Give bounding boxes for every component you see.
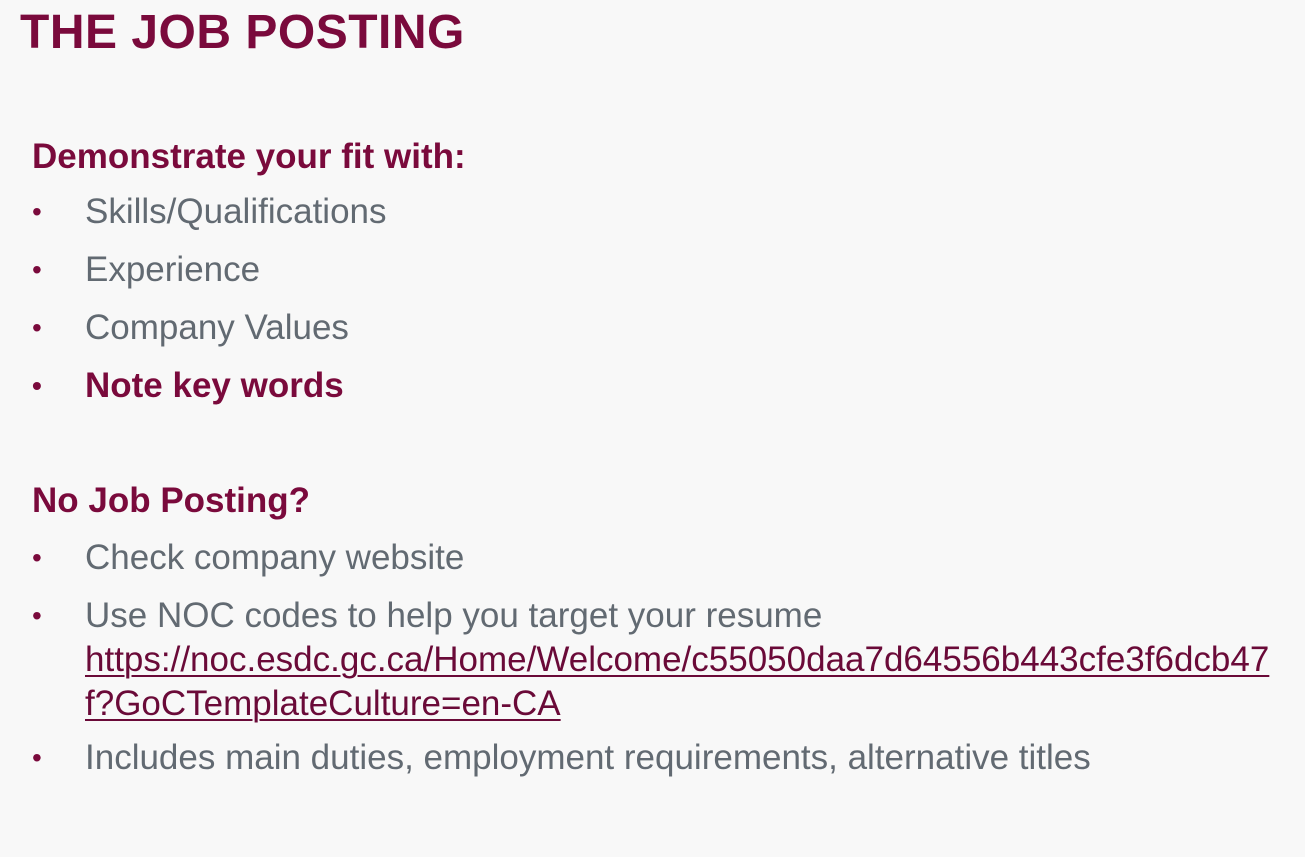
list-item-skills: • Skills/Qualifications	[32, 190, 1292, 234]
list-item-label: Includes main duties, employment require…	[85, 738, 1091, 777]
fit-section-heading: Demonstrate your fit with:	[32, 137, 466, 176]
list-item-label: Company Values	[85, 308, 349, 347]
bullet-dot: •	[32, 742, 42, 773]
slide-title: THE JOB POSTING	[20, 6, 465, 59]
slide: THE JOB POSTING Demonstrate your fit wit…	[0, 0, 1305, 857]
list-item-label: Use NOC codes to help you target your re…	[85, 596, 823, 635]
list-item-label: Check company website	[85, 538, 465, 577]
list-item-label: Note key words	[85, 366, 344, 405]
list-item-company-values: • Company Values	[32, 306, 1292, 350]
noc-link[interactable]: https://noc.esdc.gc.ca/Home/Welcome/c550…	[85, 638, 1290, 726]
list-item-experience: • Experience	[32, 248, 1292, 292]
fit-bullet-list: • Skills/Qualifications • Experience • C…	[32, 190, 1292, 422]
bullet-dot: •	[32, 196, 42, 227]
bullet-dot: •	[32, 600, 42, 631]
bullet-dot: •	[32, 542, 42, 573]
list-item-check-website: • Check company website	[32, 536, 1292, 580]
bullet-dot: •	[32, 312, 42, 343]
list-item-includes: • Includes main duties, employment requi…	[32, 736, 1292, 780]
bullet-dot: •	[32, 370, 42, 401]
no-posting-section-heading: No Job Posting?	[32, 481, 311, 520]
list-item-label: Experience	[85, 250, 261, 289]
no-posting-bullet-list: • Check company website • Use NOC codes …	[32, 536, 1292, 794]
bullet-dot: •	[32, 254, 42, 285]
list-item-note-key-words: • Note key words	[32, 364, 1292, 408]
list-item-label: Skills/Qualifications	[85, 192, 387, 231]
list-item-noc-codes: • Use NOC codes to help you target your …	[32, 594, 1292, 726]
